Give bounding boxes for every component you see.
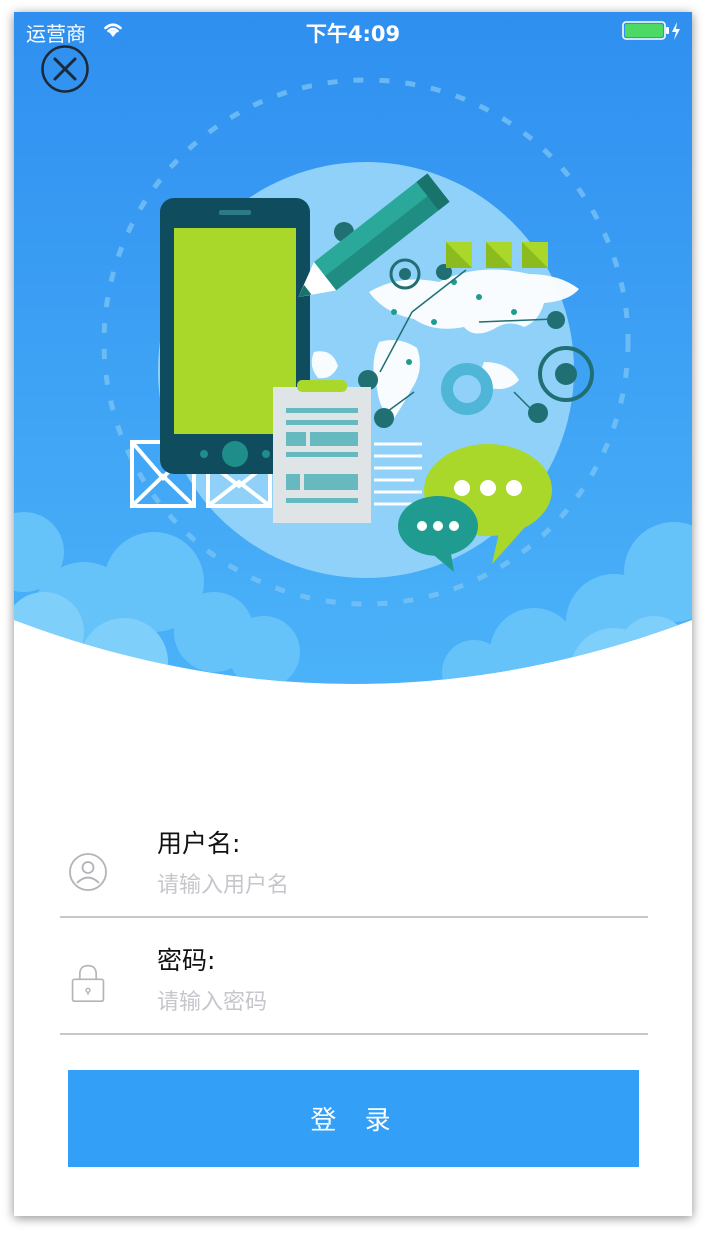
username-label: 用户名: [157,829,241,858]
status-time: 下午4:09 [305,22,401,46]
app-window: 运营商 下午4:09 用户名: 请输入用户名 密码: 登 录 [14,12,692,1216]
charging-bolt-icon [672,22,680,40]
header-illustration [14,12,692,684]
username-input[interactable] [157,868,627,902]
login-button[interactable]: 登 录 [68,1070,639,1167]
user-icon [69,853,107,891]
status-bar: 运营商 下午4:09 [14,12,692,50]
username-field: 用户名: [60,802,648,918]
close-icon[interactable] [40,44,90,94]
battery-icon [622,21,680,40]
password-input[interactable] [157,985,627,1019]
password-label: 密码: [157,946,216,975]
clipboard-illustration [273,380,371,523]
lock-icon [71,964,105,1002]
password-field: 密码: [60,919,648,1035]
